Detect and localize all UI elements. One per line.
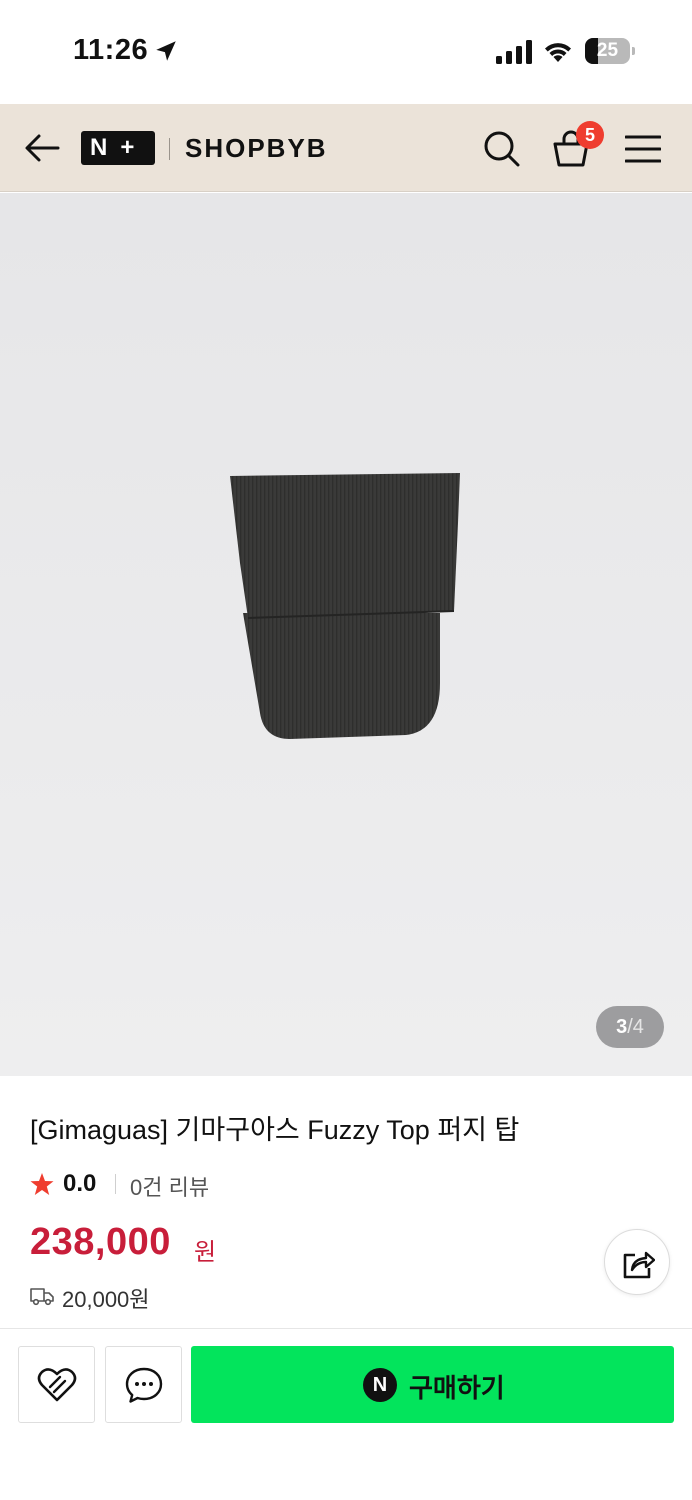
battery-indicator: 25 — [585, 38, 635, 64]
hamburger-menu-icon[interactable] — [625, 134, 661, 164]
shipping-fee: 20,000원 — [62, 1287, 150, 1312]
product-photo — [230, 473, 460, 739]
buy-button-label: 구매하기 — [409, 1373, 505, 1403]
status-time: 11:26 — [73, 34, 149, 66]
chat-bubble-icon — [125, 1367, 163, 1403]
image-counter: 3/4 — [596, 1006, 664, 1048]
rating-value: 0.0 — [63, 1170, 97, 1197]
star-icon — [30, 1173, 54, 1195]
battery-level: 25 — [596, 40, 619, 61]
product-title: [Gimaguas] 기마구아스 Fuzzy Top 퍼지 탑 — [30, 1115, 520, 1145]
delivery-truck-icon — [30, 1288, 54, 1306]
share-button[interactable] — [604, 1229, 670, 1295]
image-counter-current: 3 — [616, 1016, 628, 1038]
heart-icon — [37, 1368, 77, 1402]
price-unit: 원 — [194, 1239, 217, 1266]
status-bar: 11:26 25 — [0, 0, 692, 104]
buy-now-button[interactable]: N 구매하기 — [191, 1346, 674, 1423]
wishlist-button[interactable] — [18, 1346, 95, 1423]
review-count[interactable]: 0건 리뷰 — [130, 1170, 209, 1202]
share-icon — [623, 1251, 655, 1279]
search-icon[interactable] — [483, 130, 521, 168]
bottom-action-bar: N 구매하기 — [0, 1328, 692, 1500]
logo-text: N+ — [90, 134, 148, 161]
brand-divider — [169, 138, 170, 160]
brand-name[interactable]: SHOPBYB — [185, 133, 328, 164]
wifi-icon — [545, 43, 571, 62]
location-arrow-icon — [156, 41, 176, 61]
brand-logo[interactable]: N+ — [81, 131, 155, 165]
cart-count-badge: 5 — [576, 121, 604, 149]
naver-pay-icon: N — [363, 1368, 397, 1402]
back-arrow-icon[interactable] — [24, 132, 60, 164]
inquiry-chat-button[interactable] — [105, 1346, 182, 1423]
cellular-signal-icon — [496, 40, 532, 64]
image-counter-total: 4 — [632, 1016, 644, 1038]
product-price: 238,000 — [30, 1221, 171, 1263]
rating-divider — [115, 1174, 116, 1194]
product-image-gallery[interactable]: 3/4 — [0, 193, 692, 1076]
